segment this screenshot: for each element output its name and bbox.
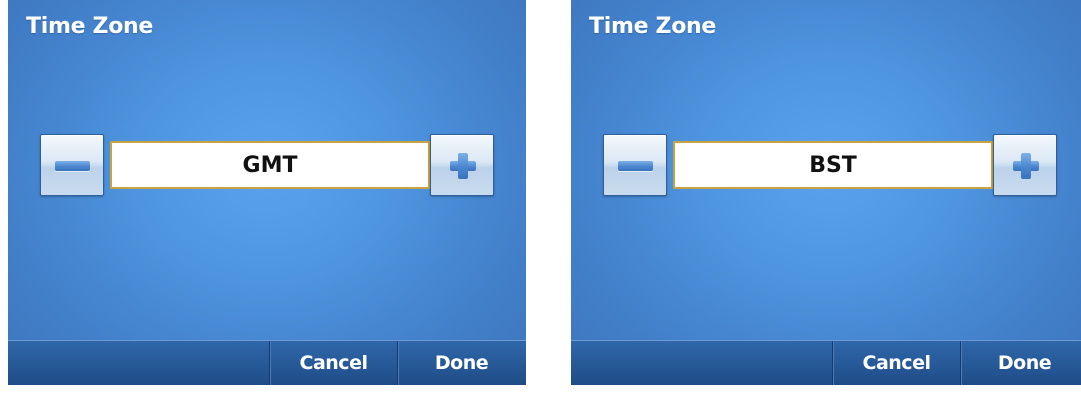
done-button[interactable]: Done bbox=[960, 341, 1081, 385]
time-zone-screen-bst: Time Zone BST Cancel Done bbox=[571, 0, 1081, 385]
screen-title: Time Zone bbox=[26, 14, 154, 39]
time-zone-value: GMT bbox=[110, 141, 430, 189]
minus-icon bbox=[55, 161, 90, 171]
plus-icon bbox=[1013, 153, 1039, 179]
cancel-button[interactable]: Cancel bbox=[833, 341, 960, 385]
bottom-bar: Cancel Done bbox=[8, 340, 526, 385]
done-button[interactable]: Done bbox=[397, 341, 526, 385]
increase-button[interactable] bbox=[993, 134, 1057, 196]
screen-title: Time Zone bbox=[589, 14, 717, 39]
time-zone-screen-gmt: Time Zone GMT Cancel Done bbox=[8, 0, 526, 385]
plus-icon bbox=[450, 153, 476, 179]
cancel-button[interactable]: Cancel bbox=[270, 341, 397, 385]
bottom-bar: Cancel Done bbox=[571, 340, 1081, 385]
decrease-button[interactable] bbox=[603, 134, 667, 196]
time-zone-value: BST bbox=[673, 141, 993, 189]
minus-icon bbox=[618, 161, 653, 171]
increase-button[interactable] bbox=[430, 134, 494, 196]
decrease-button[interactable] bbox=[40, 134, 104, 196]
